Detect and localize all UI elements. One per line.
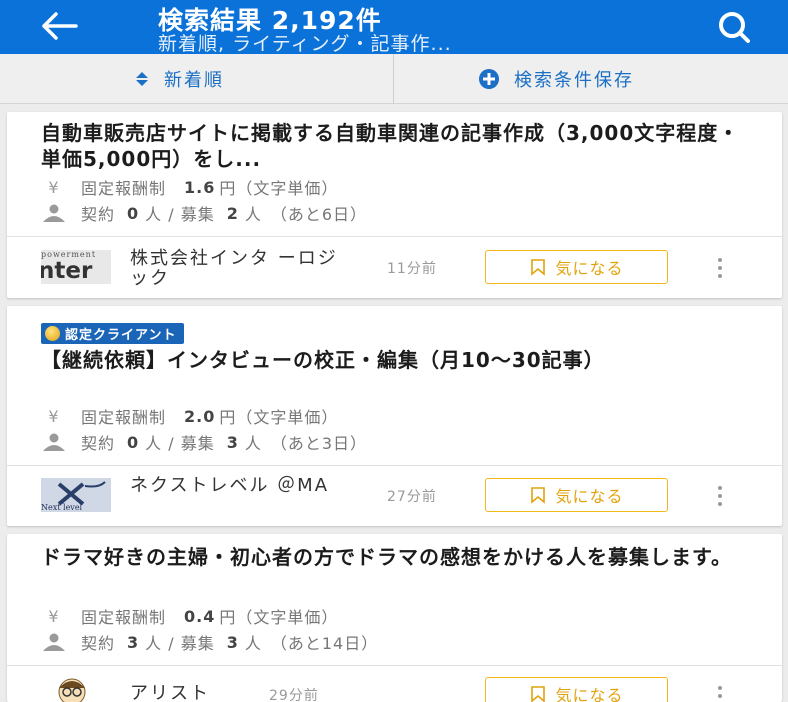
pay-type: 固定報酬制 (81, 408, 167, 427)
client-logo[interactable]: powerment nter (41, 250, 111, 284)
person-icon (41, 433, 67, 451)
yen-icon: ¥ (48, 406, 60, 426)
posted-time: 27分前 (387, 489, 437, 505)
job-title[interactable]: 自動車販売店サイトに掲載する自動車関連の記事作成（3,000文字程度・単価5,0… (41, 120, 741, 172)
favorite-button[interactable]: 気になる (485, 250, 668, 284)
save-search-label: 検索条件保存 (514, 70, 634, 91)
more-dot (718, 494, 722, 498)
yen-icon: ¥ (48, 177, 60, 197)
recruit-count: 3 (226, 432, 239, 452)
back-button[interactable] (38, 8, 84, 44)
contract-row: 契約 0 人 / 募集 3 人 （あと3日） (41, 430, 367, 454)
price-unit: 円（文字単価） (219, 408, 339, 427)
pay-row: ¥ 固定報酬制 0.4 円（文字単価） (41, 604, 338, 628)
favorite-label: 気になる (555, 259, 624, 278)
contract-label: 契約 (81, 634, 116, 653)
pay-type: 固定報酬制 (81, 608, 167, 627)
bookmark-icon (531, 487, 546, 504)
logo-wordmark: Next level (41, 503, 83, 512)
search-icon (719, 12, 750, 43)
client-logo[interactable]: Next level (41, 478, 111, 512)
sort-updown-icon (136, 72, 148, 86)
contract-count: 0 (127, 432, 140, 452)
client-name[interactable]: 株式会社インタ ーロジック (130, 249, 350, 289)
person-icon (41, 633, 67, 651)
remaining-days: 人 （あと14日） (244, 634, 379, 653)
more-options-button[interactable] (713, 686, 727, 702)
toolbar-divider (393, 54, 394, 104)
favorite-label: 気になる (555, 487, 624, 506)
medal-icon (45, 326, 60, 341)
job-card[interactable]: 自動車販売店サイトに掲載する自動車関連の記事作成（3,000文字程度・単価5,0… (7, 112, 782, 298)
recruit-count: 3 (226, 632, 239, 652)
arrow-left-icon (42, 12, 78, 40)
more-options-button[interactable] (713, 258, 727, 278)
more-vertical-icon (718, 686, 722, 690)
yen-icon: ¥ (48, 606, 60, 626)
app-header: 検索結果 2,192件 新着順, ライティング・記事作... (0, 0, 788, 56)
client-name[interactable]: ネクストレベル ＠MA (130, 476, 360, 496)
contract-label: 契約 (81, 434, 116, 453)
contract-label: 契約 (81, 205, 116, 224)
contract-count: 3 (127, 632, 140, 652)
certified-client-badge: 認定クライアント (41, 323, 185, 344)
favorite-label: 気になる (555, 686, 624, 702)
card-divider (7, 465, 782, 466)
job-card[interactable]: 認定クライアント 【継続依頼】インタビューの校正・編集（月10〜30記事） ¥ … (7, 306, 782, 526)
card-divider (7, 665, 782, 666)
more-dot (718, 274, 722, 278)
contract-row: 契約 0 人 / 募集 2 人 （あと6日） (41, 201, 367, 225)
contract-row: 契約 3 人 / 募集 3 人 （あと14日） (41, 630, 378, 654)
price-value: 0.4 (184, 606, 216, 626)
job-title[interactable]: 【継続依頼】インタビューの校正・編集（月10〜30記事） (41, 347, 721, 373)
bookmark-icon (531, 686, 546, 702)
more-vertical-icon (718, 258, 722, 262)
search-button[interactable] (712, 8, 756, 46)
pay-row: ¥ 固定報酬制 2.0 円（文字単価） (41, 404, 338, 428)
save-search-button[interactable]: 検索条件保存 (478, 54, 634, 104)
pay-type: 固定報酬制 (81, 179, 167, 198)
price-unit: 円（文字単価） (219, 608, 339, 627)
more-dot (718, 694, 722, 698)
favorite-button[interactable]: 気になる (485, 478, 668, 512)
price-unit: 円（文字単価） (219, 179, 339, 198)
bookmark-icon (531, 259, 546, 276)
remaining-days: 人 （あと6日） (244, 205, 368, 224)
more-options-button[interactable] (713, 486, 727, 506)
sort-label: 新着順 (164, 70, 224, 91)
remaining-days: 人 （あと3日） (244, 434, 368, 453)
pay-row: ¥ 固定報酬制 1.6 円（文字単価） (41, 175, 338, 199)
more-dot (718, 502, 722, 506)
price-value: 1.6 (184, 177, 216, 197)
recruit-label: 人 / 募集 (145, 434, 215, 453)
posted-time: 11分前 (387, 261, 437, 277)
price-value: 2.0 (184, 406, 216, 426)
badge-label: 認定クライアント (65, 328, 177, 343)
card-divider (7, 236, 782, 237)
search-conditions-summary[interactable]: 新着順, ライティング・記事作... (158, 29, 452, 56)
recruit-label: 人 / 募集 (145, 205, 215, 224)
more-vertical-icon (718, 486, 722, 490)
result-toolbar: 新着順 検索条件保存 (0, 54, 788, 104)
client-avatar[interactable] (47, 676, 97, 702)
logo-wordmark: nter (41, 258, 93, 284)
avatar-illustration (58, 678, 86, 702)
more-dot (718, 266, 722, 270)
sort-button[interactable]: 新着順 (134, 54, 224, 104)
recruit-label: 人 / 募集 (145, 634, 215, 653)
job-card[interactable]: ドラマ好きの主婦・初心者の方でドラマの感想をかける人を募集します。 ¥ 固定報酬… (7, 534, 782, 702)
favorite-button[interactable]: 気になる (485, 677, 668, 702)
job-title[interactable]: ドラマ好きの主婦・初心者の方でドラマの感想をかける人を募集します。 (41, 544, 741, 570)
client-name[interactable]: アリスト (130, 684, 280, 702)
posted-time: 29分前 (269, 688, 319, 702)
plus-circle-icon (479, 69, 499, 89)
recruit-count: 2 (226, 203, 239, 223)
contract-count: 0 (127, 203, 140, 223)
person-icon (41, 204, 67, 222)
